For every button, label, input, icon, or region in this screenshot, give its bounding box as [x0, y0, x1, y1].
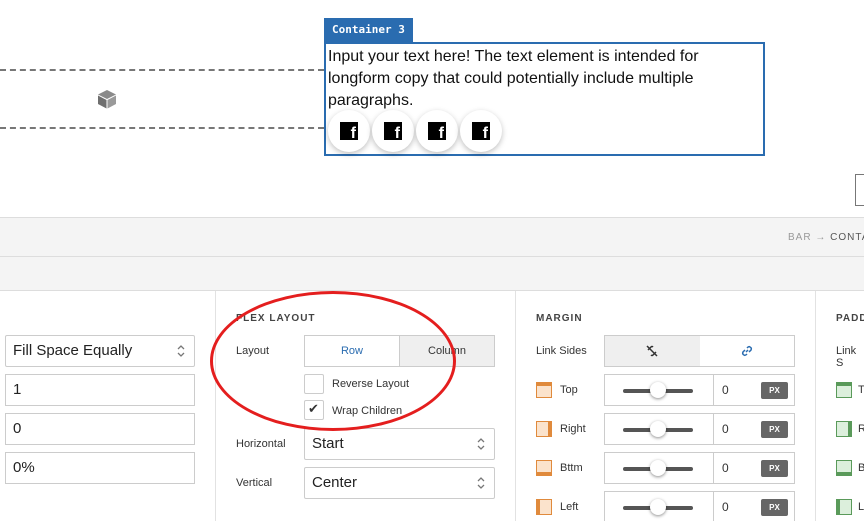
- margin-left-input[interactable]: 0 PX: [713, 491, 795, 521]
- margin-link-button[interactable]: [699, 336, 794, 366]
- unlink-icon: [646, 345, 658, 357]
- vertical-align-select[interactable]: Center: [304, 467, 495, 499]
- unit-badge[interactable]: PX: [761, 382, 788, 399]
- reverse-layout-label: Reverse Layout: [332, 378, 410, 390]
- margin-left-icon: [536, 499, 552, 515]
- select-arrows-icon: [477, 438, 485, 450]
- breadcrumb-parent[interactable]: BAR: [788, 232, 812, 243]
- social-button-3[interactable]: [416, 110, 458, 152]
- reverse-layout-checkbox[interactable]: [304, 374, 324, 394]
- padding-top-label: T: [858, 384, 864, 396]
- flex-sizing-select[interactable]: Fill Space Equally: [5, 335, 195, 367]
- margin-right-input[interactable]: 0 PX: [713, 413, 795, 445]
- section-divider: [515, 291, 516, 521]
- facebook-icon: [428, 122, 446, 143]
- wrap-children-checkbox[interactable]: [304, 400, 324, 420]
- margin-right-label: Right: [560, 423, 586, 435]
- canvas: Container 3 Input your text here! The te…: [0, 0, 864, 217]
- margin-bottom-icon: [536, 460, 552, 476]
- slider-thumb[interactable]: [650, 421, 666, 437]
- horizontal-align-select[interactable]: Start: [304, 428, 495, 460]
- select-arrows-icon: [177, 345, 185, 357]
- padding-link-sides-label: Link S: [836, 345, 857, 369]
- vertical-align-value: Center: [312, 474, 358, 491]
- breadcrumb-arrow: →: [815, 232, 827, 243]
- margin-left-label: Left: [560, 501, 579, 513]
- horizontal-align-value: Start: [312, 435, 344, 452]
- slider-thumb[interactable]: [650, 382, 666, 398]
- breadcrumb: BAR → CONTA: [788, 232, 864, 243]
- slider-thumb[interactable]: [650, 460, 666, 476]
- inspector-panel: Fill Space Equally 1 0 0% FLEX LAYOUT La…: [0, 291, 864, 521]
- layout-row-button[interactable]: Row: [305, 336, 399, 366]
- padding-left-icon: [836, 499, 852, 515]
- social-button-1[interactable]: [328, 110, 370, 152]
- margin-bottom-input[interactable]: 0 PX: [713, 452, 795, 484]
- flex-basis-input[interactable]: 0%: [5, 452, 195, 484]
- padding-bottom-icon: [836, 460, 852, 476]
- social-button-4[interactable]: [460, 110, 502, 152]
- bar-guide-bottom: [0, 127, 324, 129]
- margin-left-slider[interactable]: [604, 491, 714, 521]
- inspector-tab-bar: [0, 257, 864, 291]
- padding-top-icon: [836, 382, 852, 398]
- margin-top-label: Top: [560, 384, 578, 396]
- bar-guide-top: [0, 69, 324, 71]
- section-divider: [815, 291, 816, 521]
- selected-container[interactable]: Input your text here! The text element i…: [324, 42, 765, 156]
- section-divider: [215, 291, 216, 521]
- flex-shrink-input[interactable]: 0: [5, 413, 195, 445]
- margin-title: MARGIN: [536, 313, 583, 324]
- margin-top-slider[interactable]: [604, 374, 714, 406]
- facebook-icon: [472, 122, 490, 143]
- padding-title: PADD: [836, 313, 864, 324]
- builder-window: Container 3 Input your text here! The te…: [0, 0, 864, 521]
- margin-bottom-label: Bttm: [560, 462, 583, 474]
- unit-badge[interactable]: PX: [761, 499, 788, 516]
- horizontal-label: Horizontal: [236, 438, 286, 450]
- flex-layout-title: FLEX LAYOUT: [236, 313, 316, 324]
- wrap-children-label: Wrap Children: [332, 405, 403, 417]
- link-icon: [741, 345, 752, 357]
- social-button-2[interactable]: [372, 110, 414, 152]
- margin-link-toggle: [604, 335, 795, 367]
- margin-right-icon: [536, 421, 552, 437]
- layout-column-button[interactable]: Column: [399, 336, 494, 366]
- cube-icon: [98, 90, 116, 109]
- vertical-label: Vertical: [236, 477, 273, 489]
- margin-right-slider[interactable]: [604, 413, 714, 445]
- breadcrumb-current: CONTA: [830, 232, 864, 243]
- padding-right-label: R: [858, 423, 864, 435]
- social-icons-row: [328, 110, 502, 152]
- facebook-icon: [384, 122, 402, 143]
- layout-direction-toggle: Row Column: [304, 335, 495, 367]
- canvas-element-edge[interactable]: [855, 174, 864, 206]
- padding-right-icon: [836, 421, 852, 437]
- inspector-header-bar: BAR → CONTA: [0, 217, 864, 257]
- margin-top-icon: [536, 382, 552, 398]
- margin-unlink-button[interactable]: [605, 336, 700, 366]
- margin-top-input[interactable]: 0 PX: [713, 374, 795, 406]
- unit-badge[interactable]: PX: [761, 421, 788, 438]
- margin-bottom-slider[interactable]: [604, 452, 714, 484]
- margin-link-sides-label: Link Sides: [536, 345, 587, 357]
- flex-grow-input[interactable]: 1: [5, 374, 195, 406]
- text-element[interactable]: Input your text here! The text element i…: [328, 46, 748, 112]
- unit-badge[interactable]: PX: [761, 460, 788, 477]
- padding-bottom-label: B: [858, 462, 864, 474]
- container-label-tag[interactable]: Container 3: [324, 18, 413, 42]
- padding-left-label: L: [858, 501, 864, 513]
- slider-thumb[interactable]: [650, 499, 666, 515]
- flex-sizing-value: Fill Space Equally: [13, 342, 133, 359]
- facebook-icon: [340, 122, 358, 143]
- select-arrows-icon: [477, 477, 485, 489]
- layout-label: Layout: [236, 345, 270, 357]
